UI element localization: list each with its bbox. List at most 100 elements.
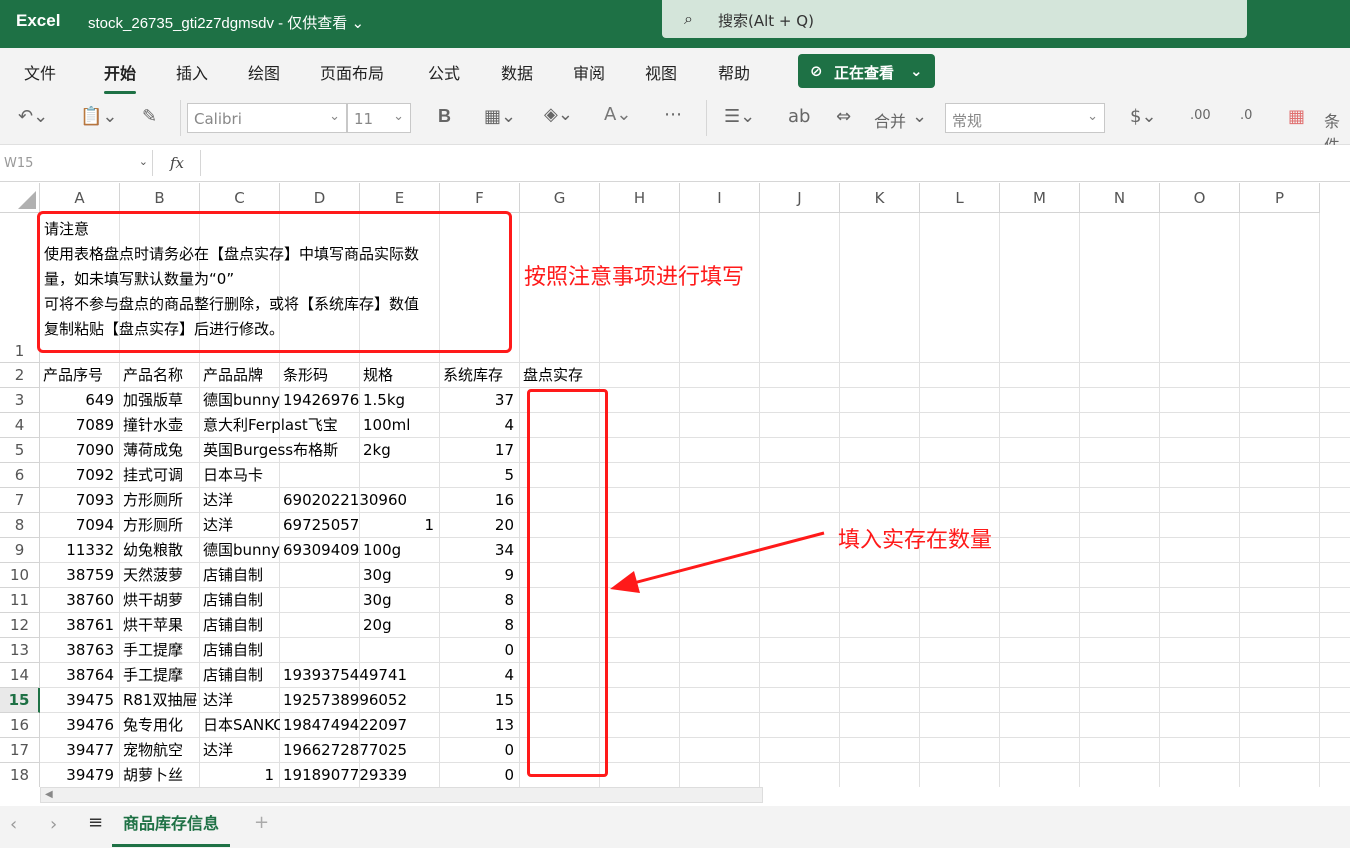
table-cell[interactable]: 15	[440, 688, 514, 713]
table-cell[interactable]: 达洋	[203, 488, 280, 513]
tab-draw[interactable]: 绘图	[248, 60, 280, 84]
column-header-N[interactable]: N	[1080, 183, 1160, 213]
merge-label[interactable]: 合并	[874, 108, 906, 132]
app-name[interactable]: Excel	[16, 11, 60, 31]
align-icon[interactable]: ☰⌄	[724, 106, 755, 127]
column-header-D[interactable]: D	[280, 183, 360, 213]
table-cell[interactable]: 日本SANKO	[203, 713, 280, 738]
document-title[interactable]: stock_26735_gti2z7dgmsdv - 仅供查看 ⌄	[88, 12, 364, 33]
table-cell[interactable]: 意大利Ferplast飞宝	[203, 413, 359, 438]
tab-formulas[interactable]: 公式	[428, 60, 460, 84]
row-header-15[interactable]: 15	[0, 688, 40, 713]
tab-insert[interactable]: 插入	[176, 60, 208, 84]
column-header-A[interactable]: A	[40, 183, 120, 213]
header-cell[interactable]: 系统库存	[443, 363, 519, 388]
table-cell[interactable]: 13	[440, 713, 514, 738]
table-cell[interactable]: 11332	[40, 538, 114, 563]
table-cell[interactable]: 日本马卡	[203, 463, 359, 488]
table-cell[interactable]: 8	[440, 588, 514, 613]
column-header-B[interactable]: B	[120, 183, 200, 213]
formula-input[interactable]	[200, 150, 1350, 176]
table-cell[interactable]: 38763	[40, 638, 114, 663]
table-cell[interactable]: 1984749422097	[283, 713, 439, 738]
table-cell[interactable]: 德国bunny	[203, 538, 280, 563]
select-all-corner[interactable]	[0, 183, 40, 213]
row-header-1[interactable]: 1	[0, 213, 40, 363]
row-header-12[interactable]: 12	[0, 613, 40, 638]
row-header-13[interactable]: 13	[0, 638, 40, 663]
table-cell[interactable]: 7092	[40, 463, 114, 488]
table-cell[interactable]: 方形厕所	[123, 488, 200, 513]
column-header-I[interactable]: I	[680, 183, 760, 213]
table-cell[interactable]: 9	[440, 563, 514, 588]
table-cell[interactable]: 达洋	[203, 513, 280, 538]
row-header-3[interactable]: 3	[0, 388, 40, 413]
column-header-F[interactable]: F	[440, 183, 520, 213]
column-header-J[interactable]: J	[760, 183, 840, 213]
table-cell[interactable]: 0	[440, 763, 514, 787]
font-size-select[interactable]: 11 ⌄	[347, 103, 411, 133]
table-cell[interactable]: 胡萝卜丝	[123, 763, 200, 787]
sheet-tab-active[interactable]: 商品库存信息	[112, 806, 230, 847]
horizontal-scrollbar[interactable]: ◀	[40, 787, 763, 803]
table-cell[interactable]: 0	[440, 738, 514, 763]
bold-icon[interactable]: B	[438, 106, 451, 127]
table-cell[interactable]: 1.5kg	[363, 388, 440, 413]
table-cell[interactable]: 1925738996052	[283, 688, 439, 713]
row-header-9[interactable]: 9	[0, 538, 40, 563]
table-cell[interactable]: 6902022130960	[283, 488, 439, 513]
table-cell[interactable]: 30g	[363, 563, 440, 588]
fill-color-icon[interactable]: ◈⌄	[544, 104, 573, 125]
currency-icon[interactable]: $⌄	[1130, 106, 1157, 127]
table-cell[interactable]: 2kg	[363, 438, 440, 463]
table-cell[interactable]: 37	[440, 388, 514, 413]
table-cell[interactable]: 7089	[40, 413, 114, 438]
table-cell[interactable]: 店铺自制	[203, 613, 359, 638]
table-cell[interactable]: 100ml	[363, 413, 440, 438]
table-cell[interactable]: 1942697600	[283, 388, 360, 413]
table-cell[interactable]: 39477	[40, 738, 114, 763]
column-header-K[interactable]: K	[840, 183, 920, 213]
row-header-10[interactable]: 10	[0, 563, 40, 588]
table-cell[interactable]: 7093	[40, 488, 114, 513]
table-cell[interactable]: 撞针水壶	[123, 413, 200, 438]
table-cell[interactable]: 宠物航空	[123, 738, 200, 763]
viewing-mode-button[interactable]: ⊘ 正在查看 ⌄	[798, 54, 935, 88]
table-cell[interactable]: 20g	[363, 613, 440, 638]
row-header-18[interactable]: 18	[0, 763, 40, 787]
row-header-7[interactable]: 7	[0, 488, 40, 513]
table-cell[interactable]: 兔专用化	[123, 713, 200, 738]
table-cell[interactable]: 38759	[40, 563, 114, 588]
table-cell[interactable]: 店铺自制	[203, 563, 359, 588]
font-color-icon[interactable]: A⌄	[604, 104, 631, 125]
table-cell[interactable]: 方形厕所	[123, 513, 200, 538]
table-cell[interactable]: 38760	[40, 588, 114, 613]
row-header-8[interactable]: 8	[0, 513, 40, 538]
next-sheet-icon[interactable]: ›	[50, 814, 57, 835]
table-cell[interactable]: 8	[440, 613, 514, 638]
table-cell[interactable]: 649	[40, 388, 114, 413]
row-header-17[interactable]: 17	[0, 738, 40, 763]
column-header-O[interactable]: O	[1160, 183, 1240, 213]
table-cell[interactable]: 69309409	[283, 538, 360, 563]
all-sheets-icon[interactable]: ≡	[88, 812, 103, 833]
table-cell[interactable]: 幼兔粮散	[123, 538, 200, 563]
header-cell[interactable]: 条形码	[283, 363, 359, 388]
more-icon[interactable]: ⋯	[664, 104, 682, 125]
table-cell[interactable]: 店铺自制	[203, 588, 359, 613]
tab-data[interactable]: 数据	[501, 60, 533, 84]
table-cell[interactable]: 挂式可调	[123, 463, 200, 488]
table-cell[interactable]: 39476	[40, 713, 114, 738]
table-cell[interactable]: 16	[440, 488, 514, 513]
table-cell[interactable]: 手工提摩	[123, 638, 200, 663]
table-cell[interactable]: 39479	[40, 763, 114, 787]
table-cell[interactable]: 100g	[363, 538, 440, 563]
table-cell[interactable]: 39475	[40, 688, 114, 713]
table-cell[interactable]: 7090	[40, 438, 114, 463]
search-box[interactable]: ⌕ 搜索(Alt + Q)	[662, 0, 1247, 38]
borders-icon[interactable]: ▦⌄	[484, 106, 516, 127]
row-header-14[interactable]: 14	[0, 663, 40, 688]
row-header-6[interactable]: 6	[0, 463, 40, 488]
column-header-H[interactable]: H	[600, 183, 680, 213]
table-cell[interactable]: 天然菠萝	[123, 563, 200, 588]
